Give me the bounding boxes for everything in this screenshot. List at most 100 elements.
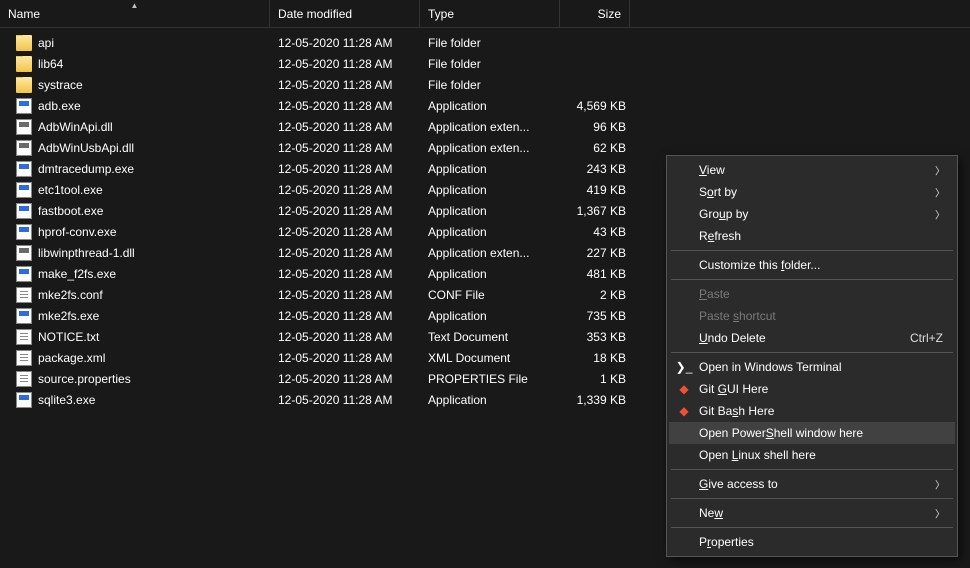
file-date: 12-05-2020 11:28 AM bbox=[270, 330, 420, 344]
menu-refresh[interactable]: Refresh bbox=[669, 225, 955, 247]
menu-separator bbox=[671, 352, 953, 353]
file-type: Application bbox=[420, 267, 560, 281]
menu-git-bash-here-label: Git Bash Here bbox=[699, 404, 774, 418]
file-name: source.properties bbox=[38, 372, 131, 386]
file-row[interactable]: AdbWinApi.dll12-05-2020 11:28 AMApplicat… bbox=[0, 116, 970, 137]
menu-open-linux-shell-here[interactable]: Open Linux shell here bbox=[669, 444, 955, 466]
menu-git-bash-here[interactable]: ◆ Git Bash Here bbox=[669, 400, 955, 422]
context-menu: View 〉 Sort by 〉 Group by 〉 Refresh Cust… bbox=[666, 155, 958, 557]
menu-customize-folder[interactable]: Customize this folder... bbox=[669, 254, 955, 276]
column-header-date[interactable]: Date modified bbox=[270, 0, 420, 27]
menu-sort-by[interactable]: Sort by 〉 bbox=[669, 181, 955, 203]
menu-undo-shortcut: Ctrl+Z bbox=[910, 331, 943, 345]
file-size: 62 KB bbox=[560, 141, 630, 155]
file-name: sqlite3.exe bbox=[38, 393, 95, 407]
menu-undo-delete[interactable]: Undo Delete Ctrl+Z bbox=[669, 327, 955, 349]
menu-separator bbox=[671, 250, 953, 251]
menu-give-access-to[interactable]: Give access to 〉 bbox=[669, 473, 955, 495]
file-size: 227 KB bbox=[560, 246, 630, 260]
file-type: File folder bbox=[420, 57, 560, 71]
column-header-row: Name ▲ Date modified Type Size bbox=[0, 0, 970, 28]
file-name: AdbWinUsbApi.dll bbox=[38, 141, 134, 155]
file-size: 419 KB bbox=[560, 183, 630, 197]
git-icon: ◆ bbox=[676, 381, 692, 397]
file-size: 1,339 KB bbox=[560, 393, 630, 407]
menu-new[interactable]: New 〉 bbox=[669, 502, 955, 524]
exe-icon bbox=[16, 392, 32, 408]
file-name: lib64 bbox=[38, 57, 63, 71]
exe-icon bbox=[16, 203, 32, 219]
exe-icon bbox=[16, 308, 32, 324]
file-type: Application bbox=[420, 309, 560, 323]
sort-ascending-icon: ▲ bbox=[131, 1, 139, 10]
file-name: adb.exe bbox=[38, 99, 81, 113]
column-header-date-label: Date modified bbox=[278, 7, 352, 21]
file-row[interactable]: api12-05-2020 11:28 AMFile folder bbox=[0, 32, 970, 53]
menu-separator bbox=[671, 469, 953, 470]
file-date: 12-05-2020 11:28 AM bbox=[270, 162, 420, 176]
folder-icon bbox=[16, 35, 32, 51]
menu-view-label: View bbox=[699, 163, 725, 177]
exe-icon bbox=[16, 182, 32, 198]
file-size: 735 KB bbox=[560, 309, 630, 323]
dll-icon bbox=[16, 245, 32, 261]
file-name: make_f2fs.exe bbox=[38, 267, 116, 281]
menu-properties[interactable]: Properties bbox=[669, 531, 955, 553]
menu-view[interactable]: View 〉 bbox=[669, 159, 955, 181]
dll-icon bbox=[16, 119, 32, 135]
menu-open-linux-shell-here-label: Open Linux shell here bbox=[699, 448, 816, 462]
exe-icon bbox=[16, 98, 32, 114]
column-header-size[interactable]: Size bbox=[560, 0, 630, 27]
menu-customize-folder-label: Customize this folder... bbox=[699, 258, 820, 272]
file-type: Application bbox=[420, 183, 560, 197]
file-name: mke2fs.exe bbox=[38, 309, 99, 323]
chevron-right-icon: 〉 bbox=[935, 163, 945, 178]
file-type: Application exten... bbox=[420, 246, 560, 260]
menu-separator bbox=[671, 527, 953, 528]
file-type: Application bbox=[420, 204, 560, 218]
file-size: 4,569 KB bbox=[560, 99, 630, 113]
file-size: 353 KB bbox=[560, 330, 630, 344]
menu-git-gui-here[interactable]: ◆ Git GUI Here bbox=[669, 378, 955, 400]
menu-open-windows-terminal[interactable]: ❯_ Open in Windows Terminal bbox=[669, 356, 955, 378]
git-icon: ◆ bbox=[676, 403, 692, 419]
menu-paste-label: Paste bbox=[699, 287, 730, 301]
file-size: 1 KB bbox=[560, 372, 630, 386]
doc-icon bbox=[16, 350, 32, 366]
column-header-size-label: Size bbox=[598, 7, 621, 21]
file-size: 1,367 KB bbox=[560, 204, 630, 218]
file-date: 12-05-2020 11:28 AM bbox=[270, 99, 420, 113]
file-date: 12-05-2020 11:28 AM bbox=[270, 288, 420, 302]
terminal-icon: ❯_ bbox=[676, 359, 692, 375]
menu-open-powershell-here-label: Open PowerShell window here bbox=[699, 426, 863, 440]
file-date: 12-05-2020 11:28 AM bbox=[270, 57, 420, 71]
file-row[interactable]: lib64 12-05-2020 11:28 AMFile folder bbox=[0, 53, 970, 74]
file-date: 12-05-2020 11:28 AM bbox=[270, 246, 420, 260]
file-date: 12-05-2020 11:28 AM bbox=[270, 372, 420, 386]
file-date: 12-05-2020 11:28 AM bbox=[270, 267, 420, 281]
file-row[interactable]: adb.exe12-05-2020 11:28 AMApplication4,5… bbox=[0, 95, 970, 116]
exe-icon bbox=[16, 224, 32, 240]
file-date: 12-05-2020 11:28 AM bbox=[270, 36, 420, 50]
menu-open-windows-terminal-label: Open in Windows Terminal bbox=[699, 360, 842, 374]
file-type: XML Document bbox=[420, 351, 560, 365]
column-header-name[interactable]: Name ▲ bbox=[0, 0, 270, 27]
file-date: 12-05-2020 11:28 AM bbox=[270, 183, 420, 197]
file-size: 43 KB bbox=[560, 225, 630, 239]
file-name: AdbWinApi.dll bbox=[38, 120, 113, 134]
chevron-right-icon: 〉 bbox=[935, 506, 945, 521]
file-size: 18 KB bbox=[560, 351, 630, 365]
dll-icon bbox=[16, 140, 32, 156]
file-type: Application exten... bbox=[420, 141, 560, 155]
file-size: 96 KB bbox=[560, 120, 630, 134]
column-header-type[interactable]: Type bbox=[420, 0, 560, 27]
chevron-right-icon: 〉 bbox=[935, 185, 945, 200]
menu-git-gui-here-label: Git GUI Here bbox=[699, 382, 768, 396]
menu-properties-label: Properties bbox=[699, 535, 754, 549]
menu-open-powershell-here[interactable]: Open PowerShell window here bbox=[669, 422, 955, 444]
menu-group-by[interactable]: Group by 〉 bbox=[669, 203, 955, 225]
menu-undo-delete-label: Undo Delete bbox=[699, 331, 766, 345]
file-row[interactable]: systrace12-05-2020 11:28 AMFile folder bbox=[0, 74, 970, 95]
file-name: dmtracedump.exe bbox=[38, 162, 134, 176]
file-size: 243 KB bbox=[560, 162, 630, 176]
